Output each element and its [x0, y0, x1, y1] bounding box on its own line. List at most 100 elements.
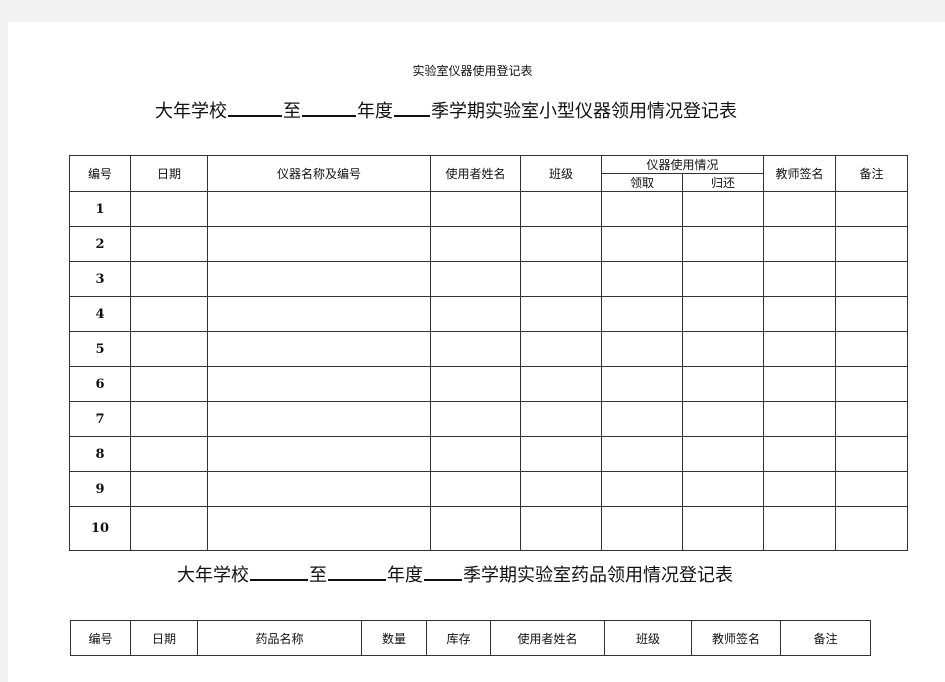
table-row: 9 — [69, 471, 909, 507]
date-cell[interactable] — [130, 366, 208, 402]
header-number: 编号 — [70, 620, 131, 656]
instrument-name-cell[interactable] — [207, 401, 431, 437]
instrument-name-cell[interactable] — [207, 366, 431, 402]
user-name-cell[interactable] — [430, 471, 521, 507]
row-number: 7 — [69, 401, 131, 437]
heading-year: 年度 — [357, 101, 393, 122]
user-name-cell[interactable] — [430, 331, 521, 367]
return-cell[interactable] — [681, 261, 765, 297]
remarks-cell[interactable] — [835, 436, 909, 472]
class-cell[interactable] — [520, 261, 602, 297]
borrow-cell[interactable] — [601, 436, 683, 472]
return-cell[interactable] — [681, 471, 765, 507]
return-cell[interactable] — [681, 506, 765, 551]
heading-title: 季学期实验室小型仪器领用情况登记表 — [431, 101, 737, 122]
remarks-cell[interactable] — [835, 226, 909, 262]
blank-season[interactable] — [424, 565, 462, 581]
teacher-signature-cell[interactable] — [763, 401, 837, 437]
instrument-name-cell[interactable] — [207, 226, 431, 262]
user-name-cell[interactable] — [430, 366, 521, 402]
borrow-cell[interactable] — [601, 401, 683, 437]
date-cell[interactable] — [130, 401, 208, 437]
instrument-name-cell[interactable] — [207, 296, 431, 332]
teacher-signature-cell[interactable] — [763, 366, 837, 402]
teacher-signature-cell[interactable] — [763, 506, 837, 551]
return-cell[interactable] — [681, 436, 765, 472]
date-cell[interactable] — [130, 506, 208, 551]
instrument-usage-table: 编号 日期 仪器名称及编号 使用者姓名 班级 仪器使用情况 教师签名 备注 领取… — [69, 155, 909, 551]
class-cell[interactable] — [520, 436, 602, 472]
class-cell[interactable] — [520, 506, 602, 551]
return-cell[interactable] — [681, 366, 765, 402]
header-teacher-signature: 教师签名 — [691, 620, 781, 656]
blank-start-year[interactable] — [228, 101, 282, 117]
class-cell[interactable] — [520, 191, 602, 227]
class-cell[interactable] — [520, 226, 602, 262]
header-instrument-name: 仪器名称及编号 — [207, 155, 431, 192]
remarks-cell[interactable] — [835, 401, 909, 437]
date-cell[interactable] — [130, 226, 208, 262]
blank-end-year[interactable] — [302, 101, 356, 117]
table-row: 3 — [69, 261, 909, 297]
teacher-signature-cell[interactable] — [763, 261, 837, 297]
borrow-cell[interactable] — [601, 191, 683, 227]
blank-start-year[interactable] — [250, 565, 308, 581]
blank-season[interactable] — [394, 101, 430, 117]
teacher-signature-cell[interactable] — [763, 191, 837, 227]
teacher-signature-cell[interactable] — [763, 226, 837, 262]
table-row: 4 — [69, 296, 909, 332]
class-cell[interactable] — [520, 366, 602, 402]
date-cell[interactable] — [130, 296, 208, 332]
user-name-cell[interactable] — [430, 226, 521, 262]
user-name-cell[interactable] — [430, 261, 521, 297]
return-cell[interactable] — [681, 401, 765, 437]
class-cell[interactable] — [520, 401, 602, 437]
remarks-cell[interactable] — [835, 261, 909, 297]
user-name-cell[interactable] — [430, 506, 521, 551]
return-cell[interactable] — [681, 296, 765, 332]
borrow-cell[interactable] — [601, 226, 683, 262]
header-borrow: 领取 — [601, 173, 683, 192]
remarks-cell[interactable] — [835, 296, 909, 332]
blank-end-year[interactable] — [328, 565, 386, 581]
remarks-cell[interactable] — [835, 331, 909, 367]
borrow-cell[interactable] — [601, 296, 683, 332]
remarks-cell[interactable] — [835, 506, 909, 551]
return-cell[interactable] — [681, 331, 765, 367]
class-cell[interactable] — [520, 331, 602, 367]
instrument-name-cell[interactable] — [207, 331, 431, 367]
class-cell[interactable] — [520, 471, 602, 507]
remarks-cell[interactable] — [835, 471, 909, 507]
date-cell[interactable] — [130, 471, 208, 507]
date-cell[interactable] — [130, 191, 208, 227]
user-name-cell[interactable] — [430, 296, 521, 332]
class-cell[interactable] — [520, 296, 602, 332]
remarks-cell[interactable] — [835, 366, 909, 402]
return-cell[interactable] — [681, 226, 765, 262]
borrow-cell[interactable] — [601, 366, 683, 402]
instrument-name-cell[interactable] — [207, 261, 431, 297]
instrument-name-cell[interactable] — [207, 471, 431, 507]
table-row: 2 — [69, 226, 909, 262]
date-cell[interactable] — [130, 331, 208, 367]
instrument-name-cell[interactable] — [207, 506, 431, 551]
borrow-cell[interactable] — [601, 261, 683, 297]
teacher-signature-cell[interactable] — [763, 471, 837, 507]
instrument-name-cell[interactable] — [207, 436, 431, 472]
user-name-cell[interactable] — [430, 436, 521, 472]
borrow-cell[interactable] — [601, 471, 683, 507]
return-cell[interactable] — [681, 191, 765, 227]
date-cell[interactable] — [130, 261, 208, 297]
date-cell[interactable] — [130, 436, 208, 472]
user-name-cell[interactable] — [430, 401, 521, 437]
borrow-cell[interactable] — [601, 331, 683, 367]
user-name-cell[interactable] — [430, 191, 521, 227]
borrow-cell[interactable] — [601, 506, 683, 551]
header-usage-group: 仪器使用情况 — [600, 155, 765, 174]
teacher-signature-cell[interactable] — [763, 331, 837, 367]
row-number: 1 — [69, 191, 131, 227]
teacher-signature-cell[interactable] — [763, 296, 837, 332]
instrument-name-cell[interactable] — [207, 191, 431, 227]
remarks-cell[interactable] — [835, 191, 909, 227]
teacher-signature-cell[interactable] — [763, 436, 837, 472]
